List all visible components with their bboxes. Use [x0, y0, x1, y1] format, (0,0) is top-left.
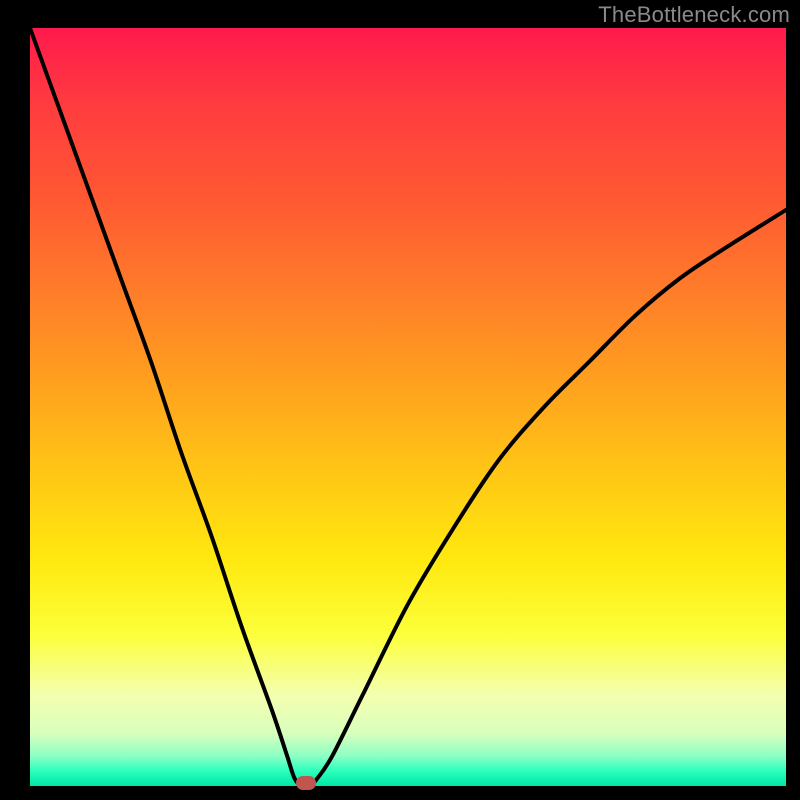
- minimum-marker: [296, 776, 316, 790]
- plot-area: [30, 28, 786, 786]
- watermark-text: TheBottleneck.com: [598, 2, 790, 28]
- chart-frame: TheBottleneck.com: [0, 0, 800, 800]
